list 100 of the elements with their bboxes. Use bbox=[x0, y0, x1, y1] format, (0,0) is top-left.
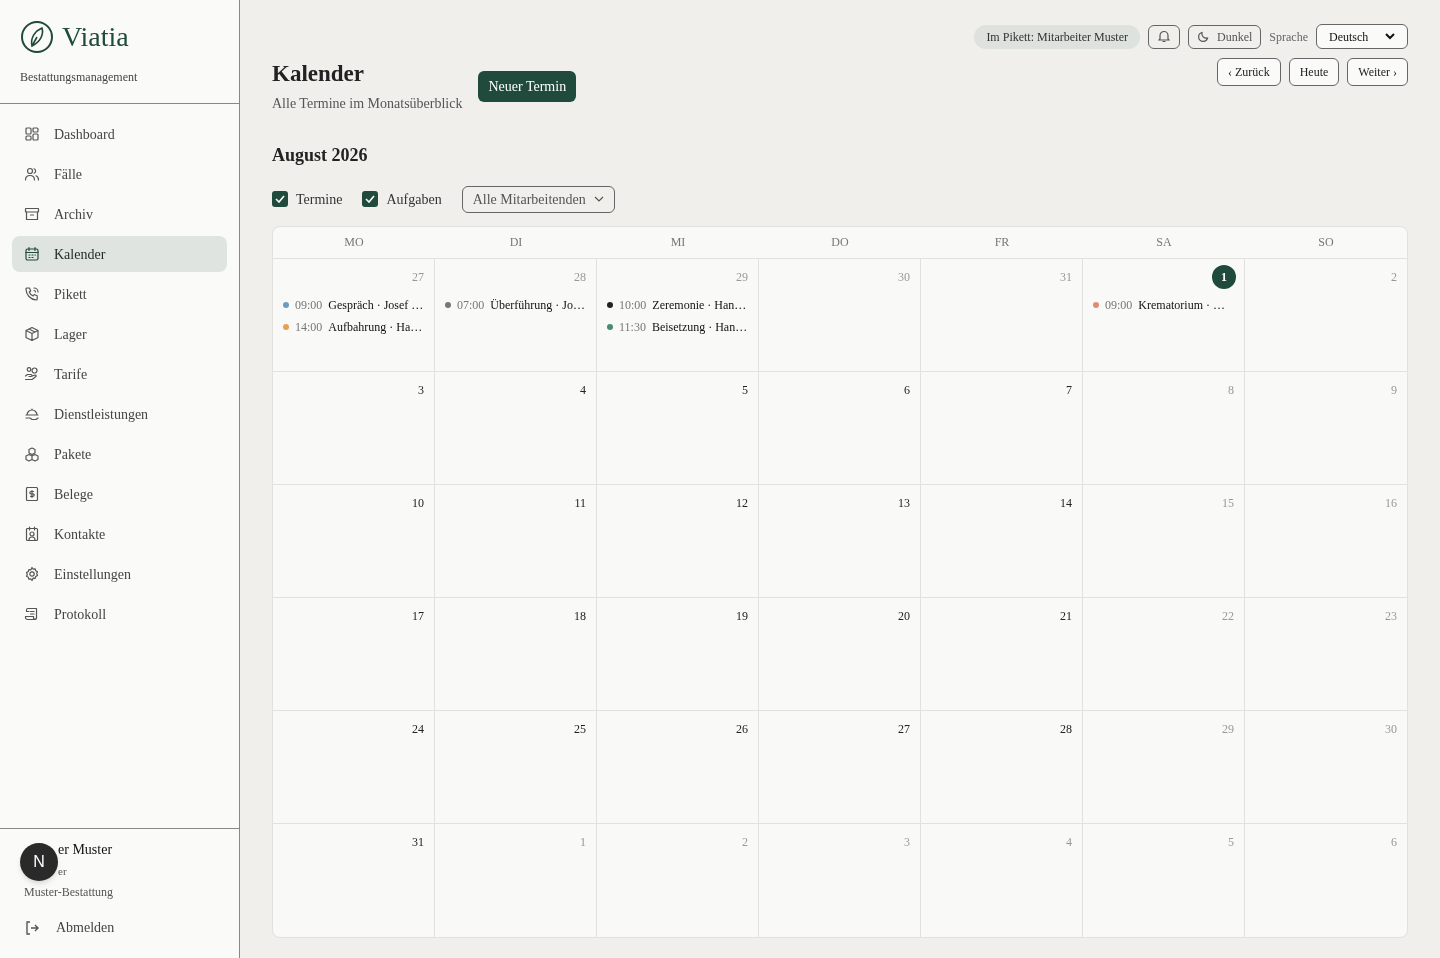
brand-tagline: Bestattungsmanagement bbox=[20, 69, 139, 86]
day-number: 28 bbox=[574, 268, 586, 286]
dark-mode-button[interactable]: Dunkel bbox=[1188, 24, 1262, 49]
sidebar-item[interactable]: Pakete bbox=[12, 436, 227, 472]
event-time: 09:00 bbox=[1105, 296, 1133, 314]
staff-select[interactable]: Alle Mitarbeitenden bbox=[461, 185, 615, 213]
sidebar-item[interactable]: Tarife bbox=[12, 356, 227, 392]
scroll-icon bbox=[24, 606, 40, 622]
day-number: 7 bbox=[1066, 381, 1072, 399]
previous-button[interactable]: ‹ Zurück bbox=[1217, 58, 1281, 86]
day-number: 25 bbox=[574, 720, 586, 738]
checkmark-icon bbox=[275, 195, 285, 204]
day-number: 2 bbox=[742, 833, 748, 851]
weekday-header: DI bbox=[508, 234, 524, 252]
calendar-event[interactable]: 09:00 Krematorium · … bbox=[1093, 293, 1234, 316]
checkbox-label: Termine bbox=[296, 190, 343, 209]
on-call-badge: Im Pikett: Mitarbeiter Muster bbox=[974, 24, 1140, 49]
calendar-icon bbox=[24, 246, 40, 262]
day-number: 10 bbox=[412, 494, 424, 512]
sidebar-item[interactable]: Dashboard bbox=[12, 116, 227, 152]
receipt-icon bbox=[24, 486, 40, 502]
checkbox[interactable] bbox=[362, 191, 379, 208]
sidebar-item[interactable]: Pikett bbox=[12, 276, 227, 312]
day-number: 18 bbox=[574, 607, 586, 625]
box-icon bbox=[24, 326, 40, 342]
day-number: 27 bbox=[898, 720, 910, 738]
weekday-header: DO bbox=[830, 234, 850, 252]
weekday-header: SA bbox=[1155, 234, 1173, 252]
logout-icon bbox=[24, 919, 40, 936]
event-title: Gespräch · Josef … bbox=[328, 296, 424, 314]
brand-name: Viatia bbox=[62, 23, 129, 51]
day-number: 31 bbox=[1060, 268, 1072, 286]
event-time: 10:00 bbox=[619, 296, 647, 314]
next-button[interactable]: Weiter › bbox=[1347, 58, 1408, 86]
calendar-event[interactable]: 14:00 Aufbahrung · Ha… bbox=[283, 315, 424, 338]
day-number: 6 bbox=[1391, 833, 1397, 851]
day-number: 28 bbox=[1060, 720, 1072, 738]
day-number: 11 bbox=[574, 494, 586, 512]
day-number: 4 bbox=[1066, 833, 1072, 851]
day-number: 24 bbox=[412, 720, 424, 738]
contact-icon bbox=[24, 526, 40, 542]
user-role: er bbox=[58, 864, 68, 879]
day-number: 17 bbox=[412, 607, 424, 625]
weekday-header: MO bbox=[343, 234, 365, 252]
sidebar-item[interactable]: Belege bbox=[12, 476, 227, 512]
event-time: 09:00 bbox=[295, 296, 323, 314]
bell-icon bbox=[1158, 30, 1170, 43]
event-time: 11:30 bbox=[619, 318, 646, 336]
boxes-icon bbox=[24, 446, 40, 462]
checkmark-icon bbox=[365, 195, 376, 204]
day-number: 30 bbox=[898, 268, 910, 286]
calendar-event[interactable]: 11:30 Beisetzung · Han… bbox=[607, 315, 748, 338]
day-number: 23 bbox=[1385, 607, 1397, 625]
weekday-header: MI bbox=[669, 234, 687, 252]
language-select[interactable]: Deutsch bbox=[1316, 24, 1408, 49]
sidebar-item[interactable]: Kontakte bbox=[12, 516, 227, 552]
new-appointment-button[interactable]: Neuer Termin bbox=[478, 71, 577, 102]
sidebar-item[interactable]: Protokoll bbox=[12, 596, 227, 632]
grid-icon bbox=[24, 126, 40, 142]
sidebar-item[interactable]: Kalender bbox=[12, 236, 227, 272]
language-label: Sprache bbox=[1269, 28, 1308, 46]
hand-platter-icon bbox=[24, 406, 40, 422]
day-number: 5 bbox=[742, 381, 748, 399]
day-number: 12 bbox=[736, 494, 748, 512]
day-number: 26 bbox=[736, 720, 748, 738]
day-number: 14 bbox=[1060, 494, 1072, 512]
sidebar-item[interactable]: Fälle bbox=[12, 156, 227, 192]
month-heading: August 2026 bbox=[272, 143, 369, 167]
user-avatar: N bbox=[20, 843, 58, 881]
day-number: 9 bbox=[1391, 381, 1397, 399]
page-subtitle: Alle Termine im Monatsüberblick bbox=[272, 94, 463, 113]
checkbox[interactable] bbox=[272, 191, 288, 208]
day-number: 29 bbox=[1222, 720, 1234, 738]
calendar-event[interactable]: 07:00 Überführung · Jo… bbox=[445, 293, 586, 316]
leaf-logo-icon bbox=[20, 20, 54, 54]
sidebar-item[interactable]: Einstellungen bbox=[12, 556, 227, 592]
user-company: Muster-Bestattung bbox=[24, 884, 115, 901]
notifications-button[interactable] bbox=[1148, 24, 1180, 49]
day-number: 2 bbox=[1391, 268, 1397, 286]
calendar-event[interactable]: 09:00 Gespräch · Josef … bbox=[283, 293, 424, 316]
day-number: 31 bbox=[412, 833, 424, 851]
day-number: 3 bbox=[418, 381, 424, 399]
day-number: 20 bbox=[898, 607, 910, 625]
day-number: 29 bbox=[736, 268, 748, 286]
event-time: 07:00 bbox=[457, 296, 485, 314]
user-name: er Muster bbox=[58, 841, 113, 859]
sidebar-item[interactable]: Dienstleistungen bbox=[12, 396, 227, 432]
day-number: 19 bbox=[736, 607, 748, 625]
settings-icon bbox=[24, 566, 40, 582]
sidebar-item[interactable]: Archiv bbox=[12, 196, 227, 232]
page-title: Kalender bbox=[272, 60, 365, 88]
today-button[interactable]: Heute bbox=[1288, 58, 1340, 86]
day-number: 15 bbox=[1222, 494, 1234, 512]
day-number: 6 bbox=[904, 381, 910, 399]
hand-coins-icon bbox=[24, 366, 40, 382]
sidebar-item[interactable]: Lager bbox=[12, 316, 227, 352]
calendar-event[interactable]: 10:00 Zeremonie · Han… bbox=[607, 293, 748, 316]
event-title: Aufbahrung · Ha… bbox=[328, 318, 423, 336]
archive-icon bbox=[24, 206, 40, 222]
logout-button[interactable]: Abmelden bbox=[24, 917, 115, 938]
